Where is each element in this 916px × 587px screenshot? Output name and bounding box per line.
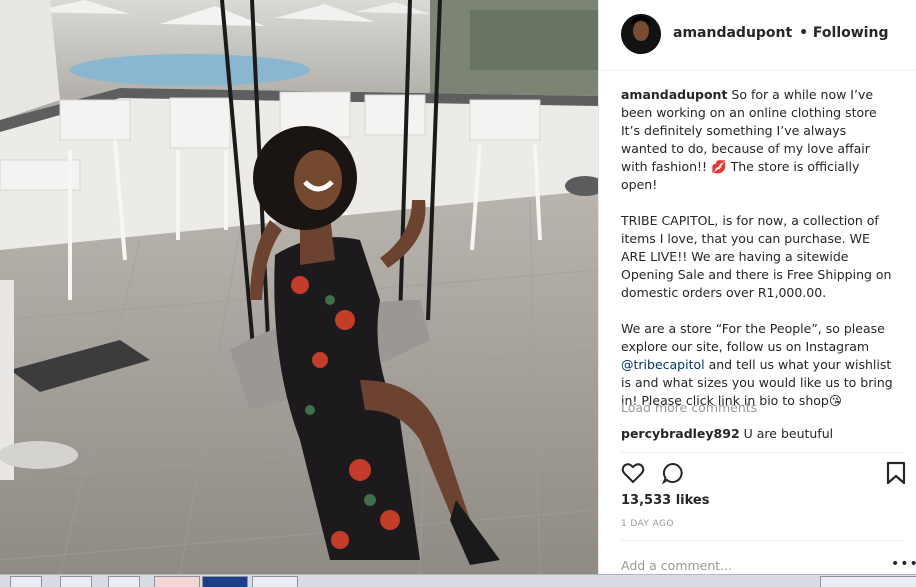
following-status[interactable]: • Following (799, 25, 888, 41)
taskbar-button[interactable] (60, 576, 92, 587)
taskbar-button[interactable] (10, 576, 42, 587)
comment-text: U are beutuful (739, 426, 834, 441)
post-timestamp: 1 DAY AGO (621, 519, 674, 529)
comment-icon[interactable] (661, 461, 685, 485)
photo-illustration (0, 0, 598, 574)
likes-count[interactable]: 13,533 likes (621, 493, 709, 508)
header-title: amandadupont • Following (673, 25, 888, 41)
post-caption: amandadupont So for a while now I’ve bee… (621, 86, 893, 428)
divider (621, 452, 903, 453)
post-sidebar: amandadupont • Following amandadupont So… (598, 0, 916, 574)
comment-username[interactable]: percybradley892 (621, 426, 740, 441)
divider (621, 540, 903, 541)
os-taskbar (0, 574, 916, 587)
avatar-image (621, 14, 661, 54)
mention-link[interactable]: @tribecapitol (621, 357, 705, 372)
caption-text-1: So for a while now I’ve been working on … (621, 87, 877, 192)
caption-paragraph-2: TRIBE CAPITOL, is for now, a collection … (621, 213, 892, 300)
taskbar-button[interactable] (252, 576, 298, 587)
caption-text-3a: We are a store “For the People”, so plea… (621, 321, 885, 354)
comment-item: percybradley892 U are beutuful (621, 426, 833, 441)
caption-paragraph-3: We are a store “For the People”, so plea… (621, 320, 893, 410)
load-more-comments[interactable]: Load more comments (621, 400, 757, 415)
bookmark-icon[interactable] (885, 461, 907, 485)
taskbar-button[interactable] (202, 576, 248, 587)
add-comment-input[interactable]: Add a comment... (621, 558, 732, 573)
taskbar-button[interactable] (154, 576, 200, 587)
username-link[interactable]: amandadupont (673, 25, 792, 41)
heart-icon[interactable] (621, 461, 645, 485)
more-options-icon[interactable]: ••• (891, 556, 916, 572)
post-header: amandadupont • Following (599, 0, 916, 71)
caption-username[interactable]: amandadupont (621, 87, 727, 102)
avatar[interactable] (621, 14, 661, 54)
post-photo[interactable] (0, 0, 598, 574)
taskbar-button[interactable] (108, 576, 140, 587)
taskbar-tray (820, 576, 916, 587)
caption-paragraph-1: amandadupont So for a while now I’ve bee… (621, 86, 893, 194)
